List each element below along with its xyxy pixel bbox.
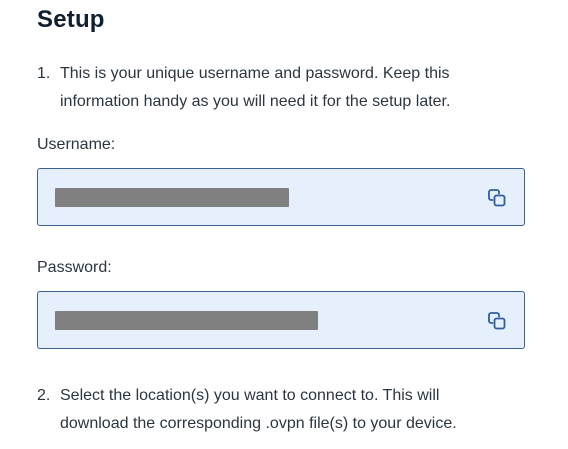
password-redacted-value [55,311,318,330]
setup-step-1: 1. This is your unique username and pass… [37,60,507,116]
setup-step-2: 2. Select the location(s) you want to co… [37,382,507,438]
username-label: Username: [37,136,116,153]
copy-password-button[interactable] [486,310,508,332]
password-label: Password: [37,259,112,276]
copy-icon [488,189,506,207]
setup-section: Setup 1. This is your unique username an… [0,0,568,449]
username-field[interactable] [37,168,525,226]
copy-username-button[interactable] [486,187,508,209]
copy-icon [488,312,506,330]
username-redacted-value [55,188,289,207]
step-text: Select the location(s) you want to conne… [60,387,457,432]
page-title: Setup [37,6,105,33]
step-number: 2. [37,387,51,404]
step-text: This is your unique username and passwor… [60,65,451,110]
step-number: 1. [37,65,51,82]
password-field[interactable] [37,291,525,349]
